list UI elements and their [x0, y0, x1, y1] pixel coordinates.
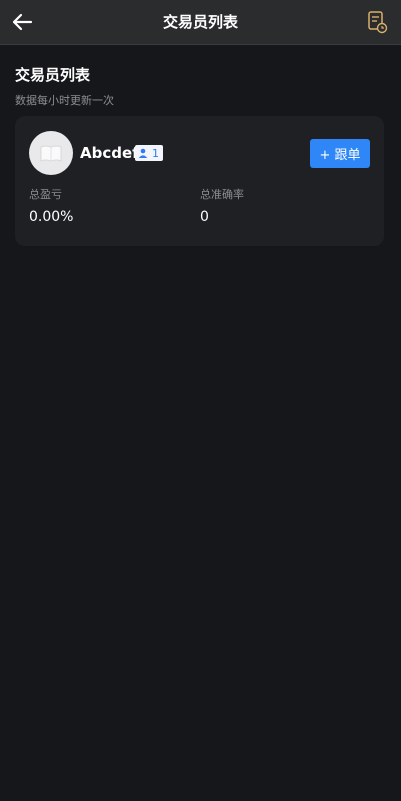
total-pnl-value: 0.00%: [29, 209, 74, 225]
trader-name[interactable]: Abcdef: [80, 144, 139, 162]
user-icon: [138, 148, 148, 158]
image-placeholder-icon: [40, 145, 62, 162]
total-accuracy-label: 总准确率: [200, 188, 244, 201]
followers-badge: 1: [135, 145, 163, 161]
records-button[interactable]: [367, 10, 389, 34]
total-accuracy-value: 0: [200, 209, 209, 225]
avatar: [29, 131, 73, 175]
followers-count: 1: [152, 146, 159, 160]
total-pnl-label: 总盈亏: [29, 188, 62, 201]
trader-card[interactable]: Abcdef 1 + 跟单 总盈亏 0.00% 总准确率 0: [15, 116, 384, 246]
top-bar: 交易员列表: [0, 0, 401, 45]
update-note: 数据每小时更新一次: [15, 94, 114, 107]
follow-button[interactable]: + 跟单: [310, 139, 370, 168]
page-title: 交易员列表: [162, 13, 238, 31]
section-title: 交易员列表: [15, 66, 91, 84]
document-clock-icon: [368, 11, 388, 34]
